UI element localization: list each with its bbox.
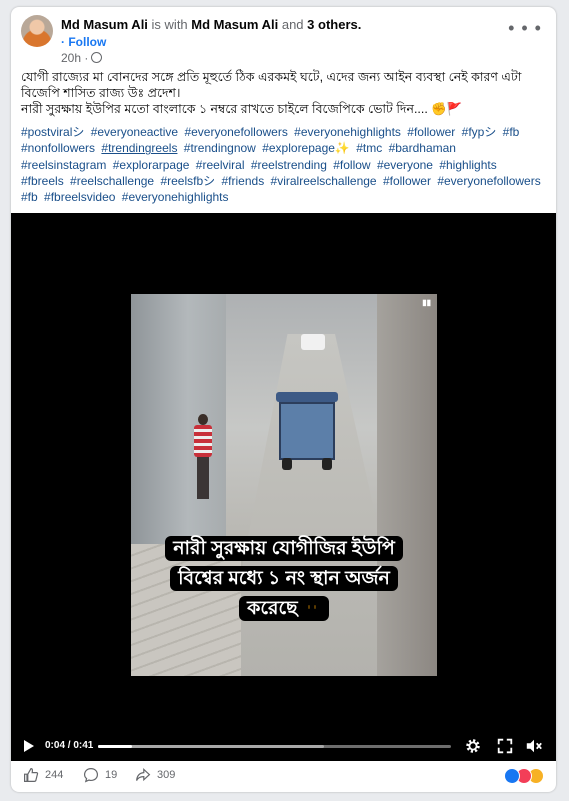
thumbs-up-icon bbox=[24, 767, 39, 782]
like-count: 244 bbox=[45, 769, 64, 781]
hashtag-link[interactable]: #trendingnow bbox=[184, 141, 256, 155]
hashtag-link[interactable]: #trendingreels bbox=[101, 141, 177, 155]
like-button[interactable]: 244 bbox=[23, 767, 63, 783]
share-icon bbox=[136, 768, 151, 782]
hashtag-link[interactable]: #bardhaman bbox=[389, 141, 456, 155]
caption-line3: করেছে bbox=[239, 596, 329, 621]
hashtag-link[interactable]: #everyonehighlights bbox=[294, 125, 401, 139]
hashtag-link[interactable]: #nonfollowers bbox=[21, 141, 95, 155]
more-options-icon[interactable]: • • • bbox=[508, 19, 542, 37]
tagged-person[interactable]: Md Masum Ali bbox=[191, 17, 278, 32]
video-time: 0:04 / 0:41 bbox=[45, 740, 94, 751]
post-header: Md Masum Ali is with Md Masum Ali and 3 … bbox=[21, 15, 546, 65]
hashtag-link[interactable]: #fypシ bbox=[462, 125, 497, 139]
hashtag-link[interactable]: #fbreelsvideo bbox=[44, 190, 115, 204]
video-controls: 0:04 / 0:41 bbox=[11, 731, 556, 761]
post-text-line1: যোগী রাজ্যের মা বোনদের সঙ্গে প্রতি মূহুর… bbox=[21, 70, 522, 100]
mute-icon[interactable] bbox=[525, 737, 543, 755]
hashtag-link[interactable]: #everyonefollowers bbox=[437, 174, 540, 188]
hashtag-link[interactable]: #follower bbox=[407, 125, 455, 139]
post-text-line2: নারী সুরক্ষায় ইউপির মতো বাংলাকে ১ নম্বর… bbox=[21, 101, 546, 117]
follow-button[interactable]: · Follow bbox=[61, 35, 106, 49]
hashtag-link[interactable]: #everyoneactive bbox=[91, 125, 178, 139]
hashtag-link[interactable]: #explorarpage bbox=[113, 158, 190, 172]
post-text-line2-content: নারী সুরক্ষায় ইউপির মতো বাংলাকে ১ নম্বর… bbox=[21, 102, 428, 116]
hashtag-link[interactable]: #viralreelschallenge bbox=[271, 174, 377, 188]
hashtag-link[interactable]: #explorepage✨ bbox=[262, 141, 350, 155]
hashtag-link[interactable]: #reelsfbシ bbox=[160, 174, 215, 188]
like-reaction-icon bbox=[504, 768, 520, 784]
hashtag-link[interactable]: #reelstrending bbox=[251, 158, 327, 172]
hashtag-link[interactable]: #follow bbox=[333, 158, 370, 172]
post-time[interactable]: 20h · bbox=[61, 51, 88, 65]
hashtag-list: #postviralシ #everyoneactive #everyonefol… bbox=[21, 124, 546, 205]
walking-person bbox=[191, 414, 215, 502]
hashtag-link[interactable]: #reelsinstagram bbox=[21, 158, 106, 172]
follow-line: · Follow bbox=[61, 35, 106, 49]
channel-watermark: ▮▮ bbox=[422, 298, 431, 307]
comment-count: 19 bbox=[105, 769, 118, 781]
video-played bbox=[98, 745, 133, 748]
globe-icon bbox=[91, 52, 103, 63]
caption-line1: নারী সুরক্ষায় যোগীজির ইউপি bbox=[165, 536, 403, 561]
author-name[interactable]: Md Masum Ali bbox=[61, 17, 148, 32]
hashtag-link[interactable]: #reelschallenge bbox=[70, 174, 154, 188]
comment-icon bbox=[83, 767, 99, 783]
hashtag-link[interactable]: #fbreels bbox=[21, 174, 64, 188]
author-line: Md Masum Ali is with Md Masum Ali and 3 … bbox=[61, 17, 361, 32]
parked-car bbox=[301, 334, 325, 350]
hashtag-link[interactable]: #everyone bbox=[377, 158, 433, 172]
video-frame: ▮▮ নারী সুরক্ষায় যোগীজির ইউপি বিশ্বের ম… bbox=[131, 294, 437, 676]
share-button[interactable]: 309 bbox=[135, 767, 175, 783]
hashtag-link[interactable]: #fb bbox=[21, 190, 38, 204]
caption-line2: বিশ্বের মধ্যে ১ নং স্থান অর্জন bbox=[170, 566, 398, 591]
reaction-summary[interactable] bbox=[504, 768, 546, 784]
share-count: 309 bbox=[157, 769, 176, 781]
comment-button[interactable]: 19 bbox=[83, 767, 117, 783]
e-rickshaw bbox=[276, 392, 338, 472]
post-footer: 244 19 309 bbox=[11, 761, 556, 792]
play-icon[interactable] bbox=[24, 740, 34, 752]
post-text: যোগী রাজ্যের মা বোনদের সঙ্গে প্রতি মূহুর… bbox=[21, 69, 546, 117]
fist-flag-emoji: ✊🚩 bbox=[431, 102, 463, 116]
hashtag-link[interactable]: #tmc bbox=[356, 141, 382, 155]
tagged-others[interactable]: 3 others. bbox=[307, 17, 361, 32]
settings-icon[interactable] bbox=[464, 737, 482, 755]
with-text: is with bbox=[151, 17, 188, 32]
video-caption: নারী সুরক্ষায় যোগীজির ইউপি বিশ্বের মধ্য… bbox=[131, 534, 437, 624]
hashtag-link[interactable]: #postviralシ bbox=[21, 125, 84, 139]
author-avatar[interactable] bbox=[21, 15, 53, 47]
hashtag-link[interactable]: #reelviral bbox=[196, 158, 245, 172]
hashtag-link[interactable]: #everyonehighlights bbox=[122, 190, 229, 204]
post-card: Md Masum Ali is with Md Masum Ali and 3 … bbox=[11, 7, 556, 792]
hashtag-link[interactable]: #fb bbox=[503, 125, 520, 139]
hashtag-link[interactable]: #follower bbox=[383, 174, 431, 188]
fullscreen-icon[interactable] bbox=[496, 737, 514, 755]
hashtag-link[interactable]: #everyonefollowers bbox=[184, 125, 287, 139]
post-meta: 20h · bbox=[61, 51, 103, 65]
caption-line3-text: করেছে bbox=[247, 598, 298, 619]
video-player[interactable]: ▮▮ নারী সুরক্ষায় যোগীজির ইউপি বিশ্বের ম… bbox=[11, 213, 556, 761]
video-progress-bar[interactable] bbox=[98, 745, 451, 748]
hashtag-link[interactable]: #highlights bbox=[439, 158, 496, 172]
and-text: and bbox=[281, 17, 304, 32]
hashtag-link[interactable]: #friends bbox=[222, 174, 265, 188]
neutral-face-icon bbox=[302, 599, 321, 617]
